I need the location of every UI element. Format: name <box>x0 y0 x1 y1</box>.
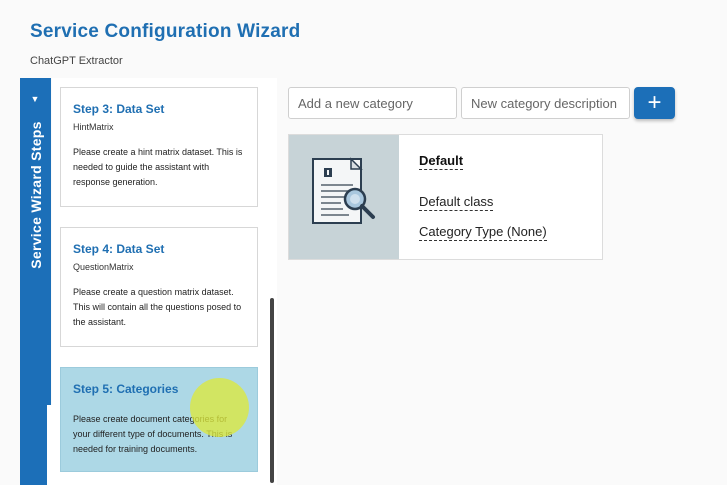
step-card-5[interactable]: Step 5: Categories Please create documen… <box>60 367 258 472</box>
category-type[interactable]: Category Type (None) <box>419 224 547 241</box>
step-title: Step 3: Data Set <box>73 102 165 116</box>
rail-label: Service Wizard Steps <box>27 121 44 269</box>
page-title: Service Configuration Wizard <box>30 21 301 42</box>
document-search-icon <box>312 157 375 224</box>
step-subtitle: HintMatrix <box>73 122 114 132</box>
step-description: Please create document categories for yo… <box>73 414 233 454</box>
step-card-3[interactable]: Step 3: Data Set HintMatrix Please creat… <box>60 87 258 207</box>
step-title: Step 5: Categories <box>73 382 179 396</box>
category-card[interactable]: Default Default class Category Type (Non… <box>288 134 603 260</box>
step-description: Please create a question matrix dataset.… <box>73 287 242 327</box>
step-subtitle: QuestionMatrix <box>73 262 134 272</box>
rail-label-container: Service Wizard Steps <box>20 110 51 280</box>
step-description: Please create a hint matrix dataset. Thi… <box>73 147 243 187</box>
steps-scrollbar[interactable] <box>270 298 274 483</box>
category-thumbnail <box>289 135 399 259</box>
step-title: Step 4: Data Set <box>73 242 165 256</box>
page-subtitle: ChatGPT Extractor <box>30 55 123 67</box>
add-category-button[interactable]: + <box>634 87 675 119</box>
category-description-input[interactable] <box>461 87 630 119</box>
step-card-4[interactable]: Step 4: Data Set QuestionMatrix Please c… <box>60 227 258 347</box>
collapse-arrow-icon[interactable]: ▼ <box>28 92 42 106</box>
category-name[interactable]: Default <box>419 153 464 170</box>
category-class[interactable]: Default class <box>419 194 494 211</box>
category-name-input[interactable] <box>288 87 457 119</box>
